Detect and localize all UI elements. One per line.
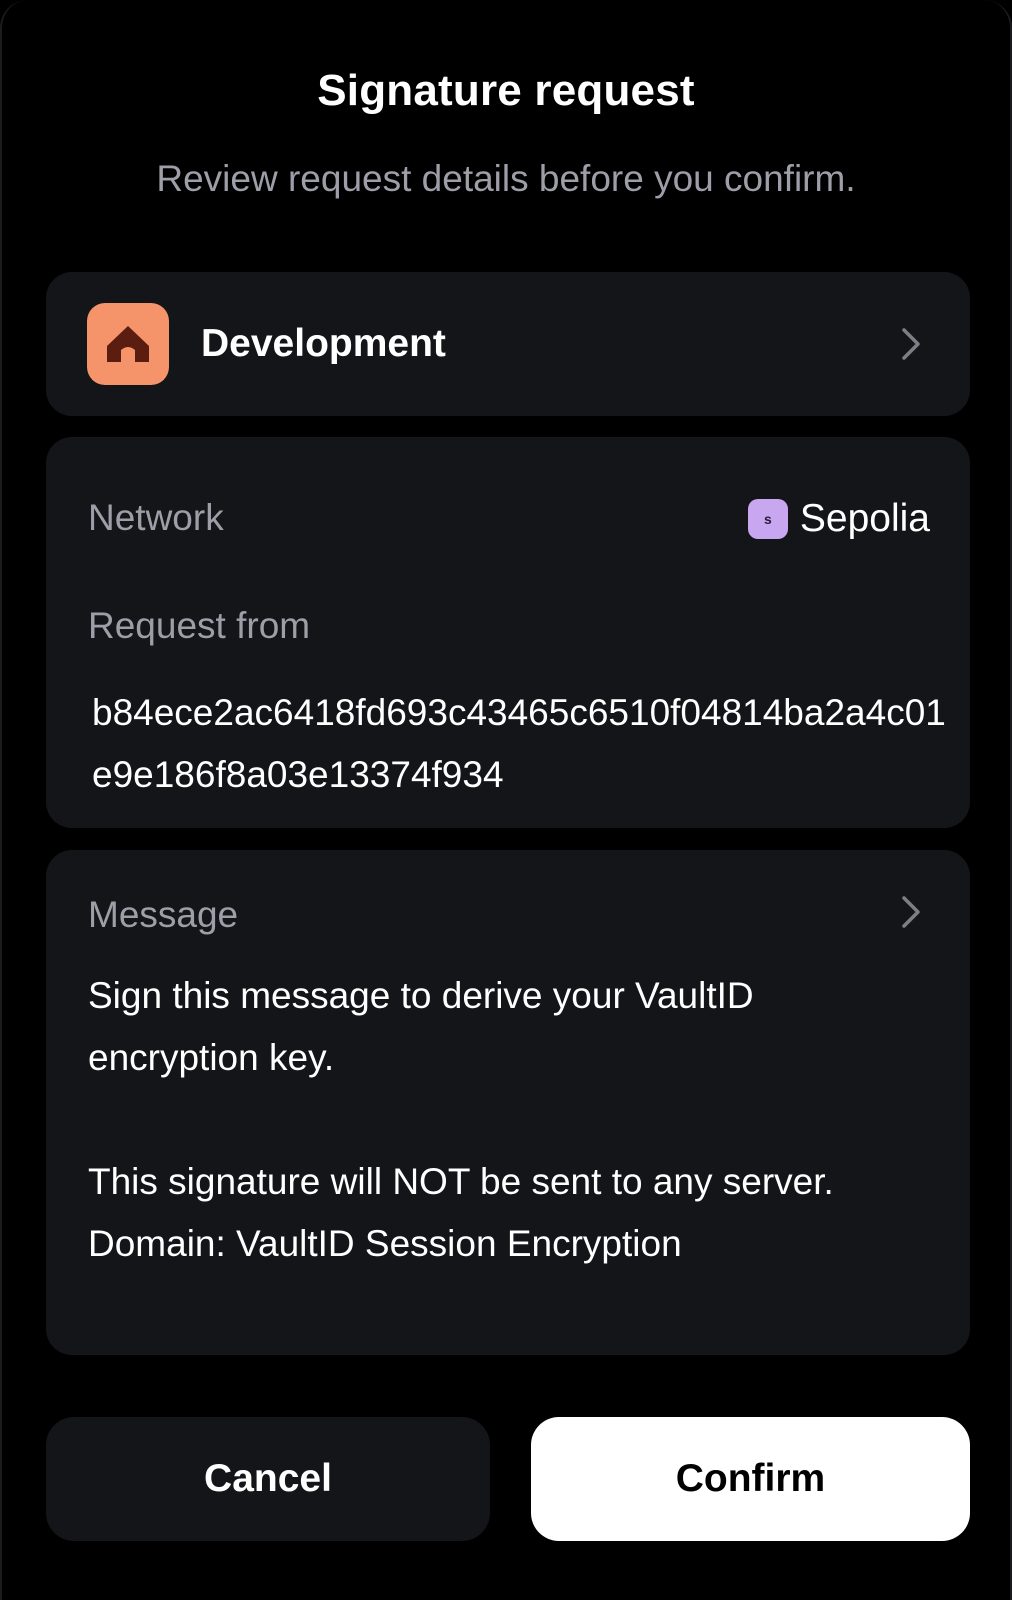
message-label: Message xyxy=(88,894,239,935)
page-subtitle: Review request details before you confir… xyxy=(156,158,856,199)
account-name: Development xyxy=(201,322,446,365)
confirm-button[interactable]: Confirm xyxy=(531,1417,970,1541)
page-title: Signature request xyxy=(317,66,695,115)
account-selector[interactable]: Development xyxy=(46,272,970,416)
house-icon xyxy=(87,303,169,385)
network-name: Sepolia xyxy=(799,497,930,540)
cancel-button[interactable]: Cancel xyxy=(46,1417,490,1541)
chevron-right-icon xyxy=(902,896,920,928)
message-text: Sign this message to derive your VaultID… xyxy=(88,975,834,1264)
network-label: Network xyxy=(88,497,224,538)
network-value: s Sepolia xyxy=(747,497,930,541)
message-card[interactable]: Message Sign this message to derive your… xyxy=(46,850,970,1355)
request-details-card: Network s Sepolia Request from b84ece2ac… xyxy=(46,437,970,828)
chevron-right-icon xyxy=(902,328,920,360)
network-badge-icon: s xyxy=(747,499,788,539)
request-from-label: Request from xyxy=(88,605,311,646)
request-from-address: b84ece2ac6418fd693c43465c6510f04814ba2a4… xyxy=(92,692,946,795)
signature-request-dialog: Signature request Review request details… xyxy=(0,0,1012,1600)
